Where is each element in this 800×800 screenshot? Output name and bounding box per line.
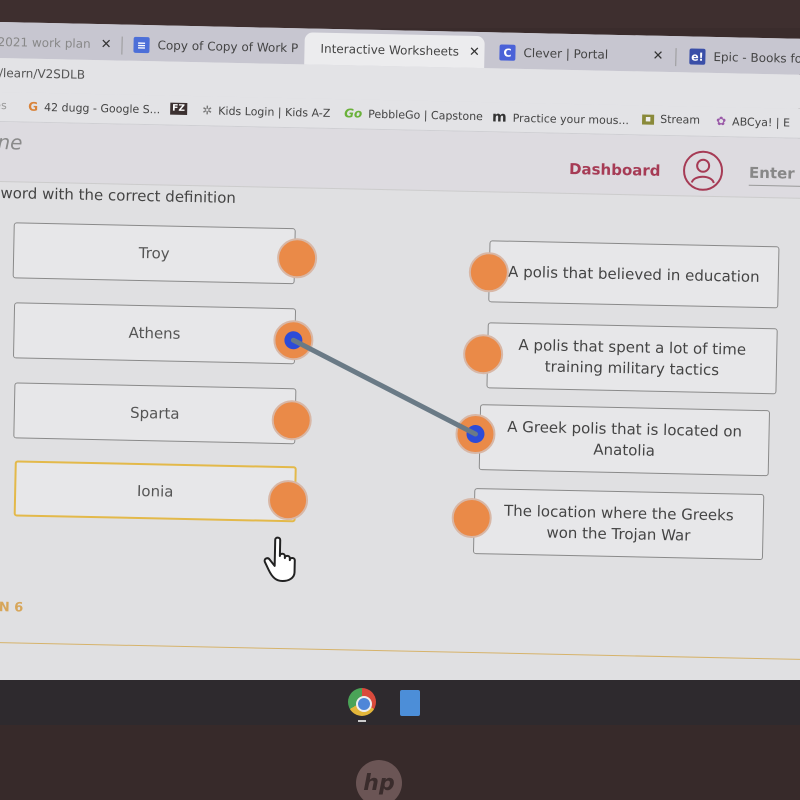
definition-label: A polis that spent a lot of time trainin…: [518, 335, 747, 380]
active-app-indicator: [358, 720, 366, 722]
match-dot-sparta[interactable]: [271, 399, 313, 441]
definition-item-military[interactable]: A polis that spent a lot of time trainin…: [486, 322, 778, 395]
connector-athens-anatolia: [290, 337, 478, 437]
hand-pointer-cursor-icon: [263, 536, 296, 583]
word-label: Troy: [138, 243, 170, 263]
abcya-icon: ✿: [715, 114, 727, 129]
bookmark-kids-az[interactable]: ✲ Kids Login | Kids A-Z: [202, 103, 330, 120]
bookmark-practice-mouse[interactable]: m Practice your mous...: [492, 109, 629, 128]
google-icon: G: [28, 99, 39, 114]
definition-item-trojan-war[interactable]: The location where the Greeks won the Tr…: [472, 488, 765, 561]
word-item-troy[interactable]: Troy: [12, 222, 296, 285]
site-logo[interactable]: ne: [0, 130, 23, 155]
word-label: Sparta: [129, 403, 180, 423]
tab-work-plan[interactable]: 2021 work plan ✕: [0, 26, 120, 61]
close-icon[interactable]: ✕: [652, 48, 663, 63]
tab-label: Copy of Copy of Work P: [157, 38, 299, 56]
definition-label: A Greek polis that is located on Anatoli…: [507, 417, 743, 460]
bookmark-label: Practice your mous...: [512, 111, 630, 127]
close-icon[interactable]: ✕: [101, 37, 112, 52]
connected-indicator: [466, 424, 485, 444]
worksheet-page: ne Dashboard Enter c word with the corre…: [0, 121, 800, 720]
word-label: Athens: [128, 323, 181, 343]
bookmark-label: Stream: [660, 112, 701, 127]
bookmark-fz[interactable]: FZ: [170, 102, 193, 115]
section-label: ON 6: [0, 599, 24, 616]
word-label: Ionia: [136, 481, 174, 501]
user-avatar-icon[interactable]: [682, 150, 724, 192]
tab-label: Interactive Worksheets: [320, 41, 460, 59]
definition-label: A polis that believed in education: [507, 262, 760, 286]
word-item-athens[interactable]: Athens: [12, 302, 297, 365]
bookmark-label: 42 dugg - Google S...: [43, 100, 161, 116]
tab-label: Clever | Portal: [523, 45, 609, 62]
kids-az-icon: ✲: [202, 103, 213, 118]
classroom-stream-icon: ▪: [642, 113, 655, 125]
screen: 2021 work plan ✕ ≡ Copy of Copy of Work …: [0, 22, 800, 720]
tab-label: 2021 work plan: [0, 34, 91, 51]
definition-item-education[interactable]: A polis that believed in education: [488, 240, 780, 309]
pebblego-icon: Go: [344, 106, 363, 121]
match-dot-ionia[interactable]: [267, 479, 309, 521]
bookmark-stream[interactable]: ▪ Stream: [642, 112, 701, 127]
tab-epic-books[interactable]: e! Epic - Books for: [681, 40, 800, 75]
bookmark-label: Kids Login | Kids A-Z: [218, 104, 331, 120]
tab-clever-portal[interactable]: C Clever | Portal ✕: [491, 36, 672, 72]
word-item-sparta[interactable]: Sparta: [13, 382, 297, 445]
bookmark-google-search[interactable]: G 42 dugg - Google S...: [28, 100, 160, 117]
match-dot-troy[interactable]: [276, 237, 318, 279]
os-shelf: [0, 680, 800, 725]
bookmark-apps[interactable]: es: [0, 99, 7, 112]
google-docs-icon: ≡: [133, 36, 150, 54]
word-item-ionia[interactable]: Ionia: [13, 460, 297, 523]
tab-separator: [675, 48, 677, 67]
instruction-text: word with the correct definition: [0, 184, 237, 207]
url-text: /learn/V2SDLB: [0, 65, 86, 82]
match-dot-athens[interactable]: [272, 319, 314, 361]
connected-indicator: [284, 331, 303, 350]
tab-separator: [121, 36, 123, 55]
tab-interactive-worksheets[interactable]: Interactive Worksheets ✕: [304, 32, 485, 69]
close-icon[interactable]: ✕: [469, 44, 480, 59]
bookmark-label: es: [0, 98, 7, 113]
tab-label: Epic - Books for: [713, 49, 800, 66]
m-icon: m: [491, 109, 507, 126]
dashboard-link[interactable]: Dashboard: [569, 160, 661, 180]
google-docs-icon[interactable]: [400, 690, 420, 716]
fz-icon: FZ: [170, 102, 188, 115]
clever-icon: C: [499, 44, 516, 61]
bookmark-label: PebbleGo | Capstone: [368, 107, 484, 123]
epic-icon: e!: [689, 48, 706, 65]
footer-divider: [0, 641, 800, 661]
enter-code-link[interactable]: Enter c: [748, 163, 800, 187]
bookmark-label: ABCya! | E: [732, 114, 791, 130]
definition-label: The location where the Greeks won the Tr…: [503, 501, 734, 545]
chrome-icon[interactable]: [348, 688, 376, 716]
bookmark-pebblego[interactable]: Go PebbleGo | Capstone: [344, 106, 483, 123]
definition-item-anatolia[interactable]: A Greek polis that is located on Anatoli…: [478, 404, 771, 477]
hp-logo-icon: hp: [356, 760, 402, 800]
bookmark-abcya[interactable]: ✿ ABCya! | E: [716, 114, 790, 130]
tab-copy-of-work[interactable]: ≡ Copy of Copy of Work P ✕: [125, 29, 327, 65]
